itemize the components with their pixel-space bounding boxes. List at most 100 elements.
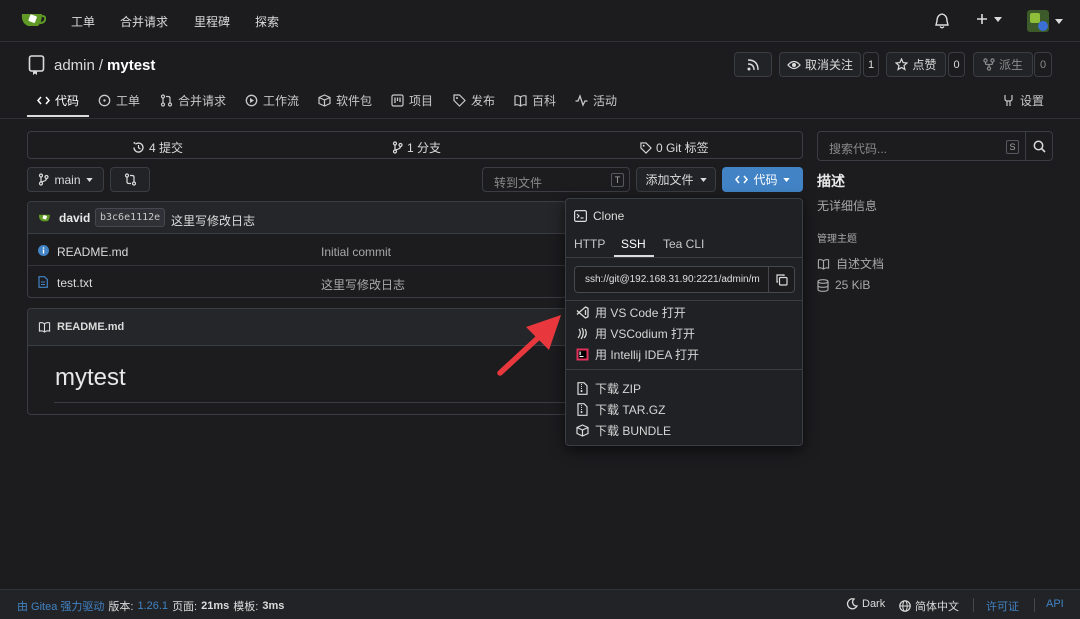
table-row[interactable]: test.txt 这里写修改日志 [28,267,566,298]
user-menu-button[interactable] [1027,10,1063,32]
tab-packages[interactable]: 软件包 [318,92,372,109]
file-commit-message[interactable]: Initial commit [321,245,391,259]
file-name[interactable]: test.txt [57,276,92,290]
download-bundle-item[interactable]: 下载 BUNDLE [576,422,671,439]
readme-heading: mytest [55,364,126,391]
download-section-divider [566,369,802,370]
commits-link[interactable]: 4 提交 [132,139,183,156]
open-vscodium-item[interactable]: 用 VSCodium 打开 [576,325,695,342]
package-icon [318,94,331,107]
clone-tab-tea-cli[interactable]: Tea CLI [663,237,704,251]
bell-icon[interactable] [935,13,949,29]
tags-link[interactable]: 0 Git 标签 [640,139,709,156]
tab-releases[interactable]: 发布 [453,92,495,109]
play-circle-icon [245,94,258,107]
code-button-label: 代码 [753,173,778,187]
open-vscode-item[interactable]: 用 VS Code 打开 [576,304,686,321]
tab-projects[interactable]: 项目 [391,92,433,109]
history-icon [133,141,144,153]
language-switcher[interactable]: 简体中文 [899,598,959,614]
repo-title: admin / mytest [54,57,155,74]
repo-owner[interactable]: admin [54,57,95,74]
tab-code[interactable]: 代码 [37,92,79,109]
open-intellij-item[interactable]: 用 Intellij IDEA 打开 [576,346,699,363]
branches-link[interactable]: 1 分支 [392,139,441,156]
eye-icon [787,60,801,69]
compare-button[interactable] [110,167,150,192]
tab-issues[interactable]: 工单 [98,92,140,109]
file-name[interactable]: README.md [57,245,128,259]
copy-url-button[interactable] [768,267,794,292]
repo-name[interactable]: mytest [107,57,155,74]
download-targz-item[interactable]: 下载 TAR.GZ [576,401,665,418]
gitea-logo-icon[interactable] [20,9,46,31]
tab-activity[interactable]: 活动 [575,92,617,109]
add-file-button[interactable]: 添加文件 [636,167,716,192]
project-icon [391,94,404,107]
tab-issues-label: 工单 [116,94,141,108]
tab-wiki[interactable]: 百科 [514,92,556,109]
open-vscodium-label: 用 VSCodium 打开 [595,327,696,341]
nav-milestones[interactable]: 里程碑 [194,13,230,30]
tab-pulls[interactable]: 合并请求 [160,92,226,109]
open-intellij-label: 用 Intellij IDEA 打开 [595,348,700,362]
nav-explore[interactable]: 探索 [255,13,279,30]
search-shortcut: S [1006,140,1019,154]
nav-issues[interactable]: 工单 [71,13,95,30]
download-zip-item[interactable]: 下载 ZIP [576,380,641,397]
goto-file-placeholder: 转到文件 [494,176,543,190]
star-button[interactable]: 点赞 [886,52,946,77]
file-commit-message[interactable]: 这里写修改日志 [321,276,405,293]
unwatch-button[interactable]: 取消关注 [779,52,861,77]
readme-box: README.md mytest [27,308,567,415]
open-vscode-label: 用 VS Code 打开 [595,306,686,320]
terminal-icon [574,210,587,222]
book-icon [817,258,830,270]
clone-url-field[interactable]: ssh://git@192.168.31.90:2221/admin/mytes… [574,266,795,293]
tab-settings[interactable]: 设置 [1002,92,1044,109]
readme-title[interactable]: README.md [38,321,124,333]
version-label: 版本: [108,601,134,613]
rss-button[interactable] [734,52,772,77]
clone-tab-http[interactable]: HTTP [574,237,605,251]
clone-url[interactable]: ssh://git@192.168.31.90:2221/admin/mytes… [585,274,760,285]
version-link[interactable]: 1.26.1 [137,600,168,612]
star-count[interactable]: 0 [948,52,965,77]
api-link[interactable]: API [1046,598,1064,610]
watch-count[interactable]: 1 [863,52,879,77]
powered-by-link[interactable]: 由 Gitea 强力驱动 [17,598,104,614]
footer-divider [1034,598,1035,612]
branch-selector[interactable]: main [27,167,104,192]
manage-topics-link[interactable]: 管理主题 [817,230,857,245]
code-search-input[interactable]: 搜索代码... [829,140,887,157]
commit-sha[interactable]: b3c6e1112e [95,208,166,227]
fork-button[interactable]: 派生 [973,52,1033,77]
database-icon [817,278,829,292]
license-link[interactable]: 许可证 [986,598,1019,614]
info-icon [38,245,49,256]
table-row[interactable]: README.md Initial commit [28,235,566,266]
goto-file-input[interactable]: 转到文件 T [482,167,630,192]
readme-filename: README.md [57,321,125,333]
code-clone-button[interactable]: 代码 [722,167,803,192]
search-icon [1033,140,1046,153]
fork-count[interactable]: 0 [1034,52,1052,77]
code-icon [735,175,749,184]
tab-actions[interactable]: 工作流 [245,92,299,109]
nav-pulls[interactable]: 合并请求 [120,13,168,30]
create-menu-button[interactable] [976,13,1002,25]
clone-tab-ssh[interactable]: SSH [621,237,646,251]
commit-author[interactable]: david [59,211,90,225]
active-tab-underline [27,115,89,117]
tag-icon [640,141,652,154]
branch-icon [39,173,50,186]
branches-count: 1 分支 [407,141,442,155]
commit-message[interactable]: 这里写修改日志 [171,212,255,229]
tabs-divider [0,118,1080,119]
readme-link[interactable]: 自述文档 [817,255,884,272]
download-zip-label: 下载 ZIP [595,382,642,396]
caret-down-icon [85,177,93,182]
theme-switcher[interactable]: Dark [846,598,885,610]
search-button[interactable] [1025,132,1053,160]
language-label: 简体中文 [915,601,959,613]
